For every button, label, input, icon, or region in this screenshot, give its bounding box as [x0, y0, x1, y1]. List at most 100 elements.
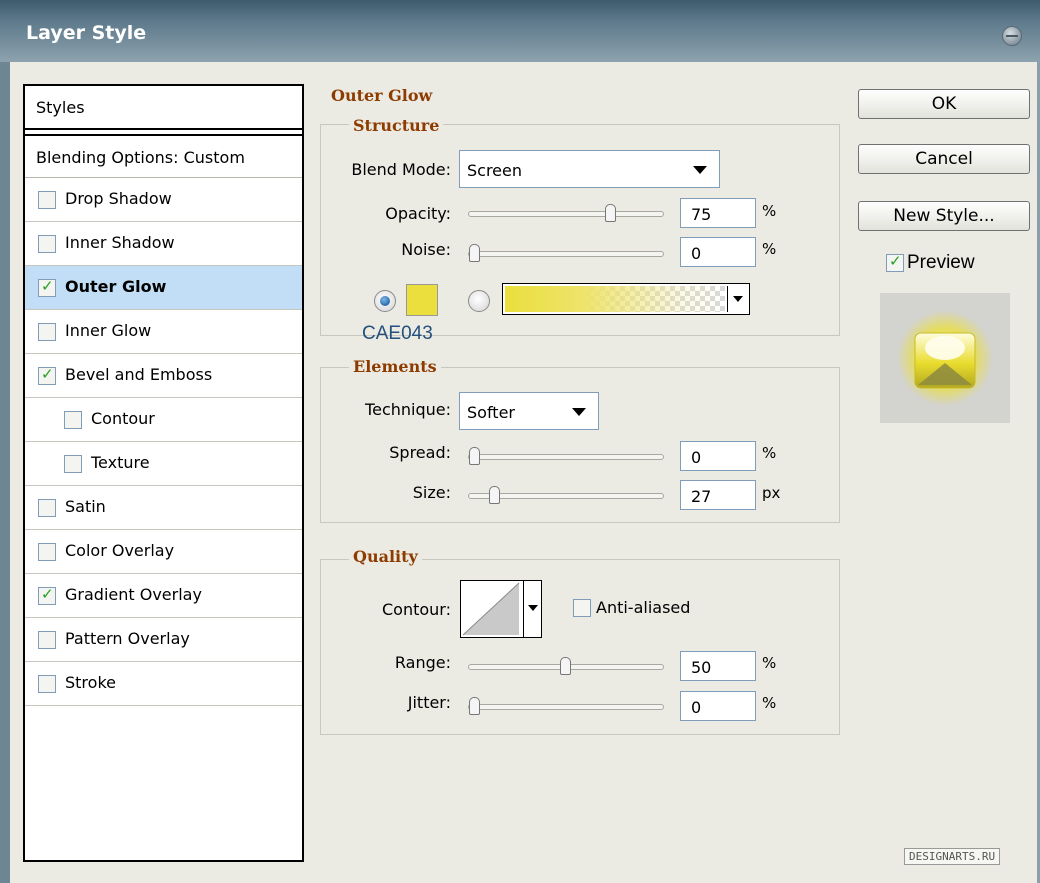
style-item-label: Pattern Overlay: [65, 629, 190, 648]
style-item-label: Outer Glow: [65, 277, 167, 296]
blend-mode-select[interactable]: Screen: [459, 150, 720, 188]
blend-mode-value: Screen: [467, 161, 523, 180]
range-unit: %: [762, 654, 777, 672]
opacity-unit: %: [762, 202, 777, 220]
style-item-label: Inner Glow: [65, 321, 152, 340]
solid-color-radio[interactable]: [374, 290, 396, 312]
style-item-bevel-and-emboss[interactable]: Bevel and Emboss: [25, 354, 302, 398]
technique-select[interactable]: Softer: [459, 392, 599, 430]
style-item-stroke[interactable]: Stroke: [25, 662, 302, 706]
style-item-label: Satin: [65, 497, 106, 516]
style-item-texture[interactable]: Texture: [25, 442, 302, 486]
style-item-checkbox[interactable]: [38, 235, 56, 253]
minimize-icon[interactable]: [1002, 26, 1022, 46]
glow-color-hex: CAE043: [362, 323, 433, 344]
size-slider-thumb[interactable]: [489, 486, 500, 504]
style-item-checkbox[interactable]: [38, 365, 56, 385]
size-unit: px: [762, 484, 781, 502]
spread-unit: %: [762, 444, 777, 462]
ok-button[interactable]: OK: [858, 89, 1030, 119]
style-item-label: Drop Shadow: [65, 189, 172, 208]
contour-picker[interactable]: [460, 580, 542, 638]
chevron-down-icon: [693, 166, 707, 174]
style-item-label: Inner Shadow: [65, 233, 175, 252]
spread-slider-thumb[interactable]: [469, 447, 480, 465]
style-items-container: Drop Shadow Inner Shadow Outer Glow Inner G…: [25, 178, 302, 706]
style-item-checkbox[interactable]: [38, 323, 56, 341]
style-item-inner-shadow[interactable]: Inner Shadow: [25, 222, 302, 266]
style-item-label: Stroke: [65, 673, 116, 692]
window-title: Layer Style: [26, 22, 147, 44]
styles-header[interactable]: Styles: [25, 86, 302, 130]
range-label: Range:: [394, 653, 451, 672]
gradient-radio[interactable]: [468, 290, 490, 312]
glow-color-swatch[interactable]: [406, 284, 438, 316]
style-item-label: Gradient Overlay: [65, 585, 202, 604]
anti-aliased-label: Anti-aliased: [596, 598, 691, 617]
quality-title: Quality: [349, 547, 422, 566]
noise-slider-thumb[interactable]: [469, 244, 480, 262]
noise-label: Noise:: [401, 240, 451, 259]
style-item-contour[interactable]: Contour: [25, 398, 302, 442]
styles-list: Styles Blending Options: Custom Drop Sha…: [23, 84, 304, 862]
style-item-label: Color Overlay: [65, 541, 175, 560]
chevron-down-icon: [528, 605, 538, 611]
style-item-checkbox[interactable]: [38, 191, 56, 209]
style-item-label: Bevel and Emboss: [65, 365, 213, 384]
style-item-outer-glow[interactable]: Outer Glow: [25, 266, 302, 310]
style-item-checkbox[interactable]: [38, 675, 56, 693]
window-titlebar: Layer Style: [0, 0, 1040, 62]
contour-label: Contour:: [382, 600, 451, 619]
style-item-checkbox[interactable]: [38, 543, 56, 561]
contour-dropdown[interactable]: [523, 581, 541, 637]
preview-thumbnail-icon: [897, 310, 993, 406]
jitter-label: Jitter:: [407, 693, 451, 712]
style-item-pattern-overlay[interactable]: Pattern Overlay: [25, 618, 302, 662]
style-item-checkbox[interactable]: [64, 455, 82, 473]
anti-aliased-checkbox[interactable]: [573, 599, 591, 617]
style-item-checkbox[interactable]: [38, 277, 56, 297]
chevron-down-icon: [572, 408, 586, 416]
glow-gradient-picker[interactable]: [502, 283, 750, 315]
noise-field[interactable]: 0: [680, 237, 756, 267]
watermark: DESIGNARTS.RU: [904, 848, 1001, 865]
preview-label: Preview: [907, 252, 975, 273]
jitter-slider-thumb[interactable]: [469, 697, 480, 715]
noise-slider[interactable]: [468, 244, 664, 262]
spread-field[interactable]: 0: [680, 441, 756, 471]
opacity-field[interactable]: 75: [680, 198, 756, 228]
elements-title: Elements: [349, 357, 441, 376]
spread-label: Spread:: [389, 443, 451, 462]
style-preview: [880, 293, 1010, 423]
range-slider-thumb[interactable]: [560, 657, 571, 675]
jitter-field[interactable]: 0: [680, 691, 756, 721]
blend-mode-label: Blend Mode:: [351, 160, 451, 179]
range-slider[interactable]: [468, 657, 664, 675]
range-field[interactable]: 50: [680, 651, 756, 681]
style-item-drop-shadow[interactable]: Drop Shadow: [25, 178, 302, 222]
structure-title: Structure: [349, 116, 444, 135]
size-slider[interactable]: [468, 486, 664, 504]
jitter-slider[interactable]: [468, 697, 664, 715]
new-style-button[interactable]: New Style...: [858, 201, 1030, 231]
style-item-satin[interactable]: Satin: [25, 486, 302, 530]
style-item-checkbox[interactable]: [38, 585, 56, 605]
spread-slider[interactable]: [468, 447, 664, 465]
opacity-slider-thumb[interactable]: [605, 204, 616, 222]
gradient-dropdown[interactable]: [727, 286, 747, 312]
cancel-button[interactable]: Cancel: [858, 144, 1030, 174]
window-frame-left: [0, 62, 10, 883]
style-item-checkbox[interactable]: [64, 411, 82, 429]
noise-unit: %: [762, 240, 777, 258]
size-label: Size:: [412, 483, 451, 502]
size-field[interactable]: 27: [680, 480, 756, 510]
style-item-gradient-overlay[interactable]: Gradient Overlay: [25, 574, 302, 618]
opacity-slider[interactable]: [468, 204, 664, 222]
gradient-preview: [505, 286, 725, 312]
style-item-checkbox[interactable]: [38, 499, 56, 517]
style-item-color-overlay[interactable]: Color Overlay: [25, 530, 302, 574]
style-item-checkbox[interactable]: [38, 631, 56, 649]
preview-checkbox[interactable]: [886, 252, 904, 272]
style-item-inner-glow[interactable]: Inner Glow: [25, 310, 302, 354]
blending-options-item[interactable]: Blending Options: Custom: [25, 134, 302, 178]
